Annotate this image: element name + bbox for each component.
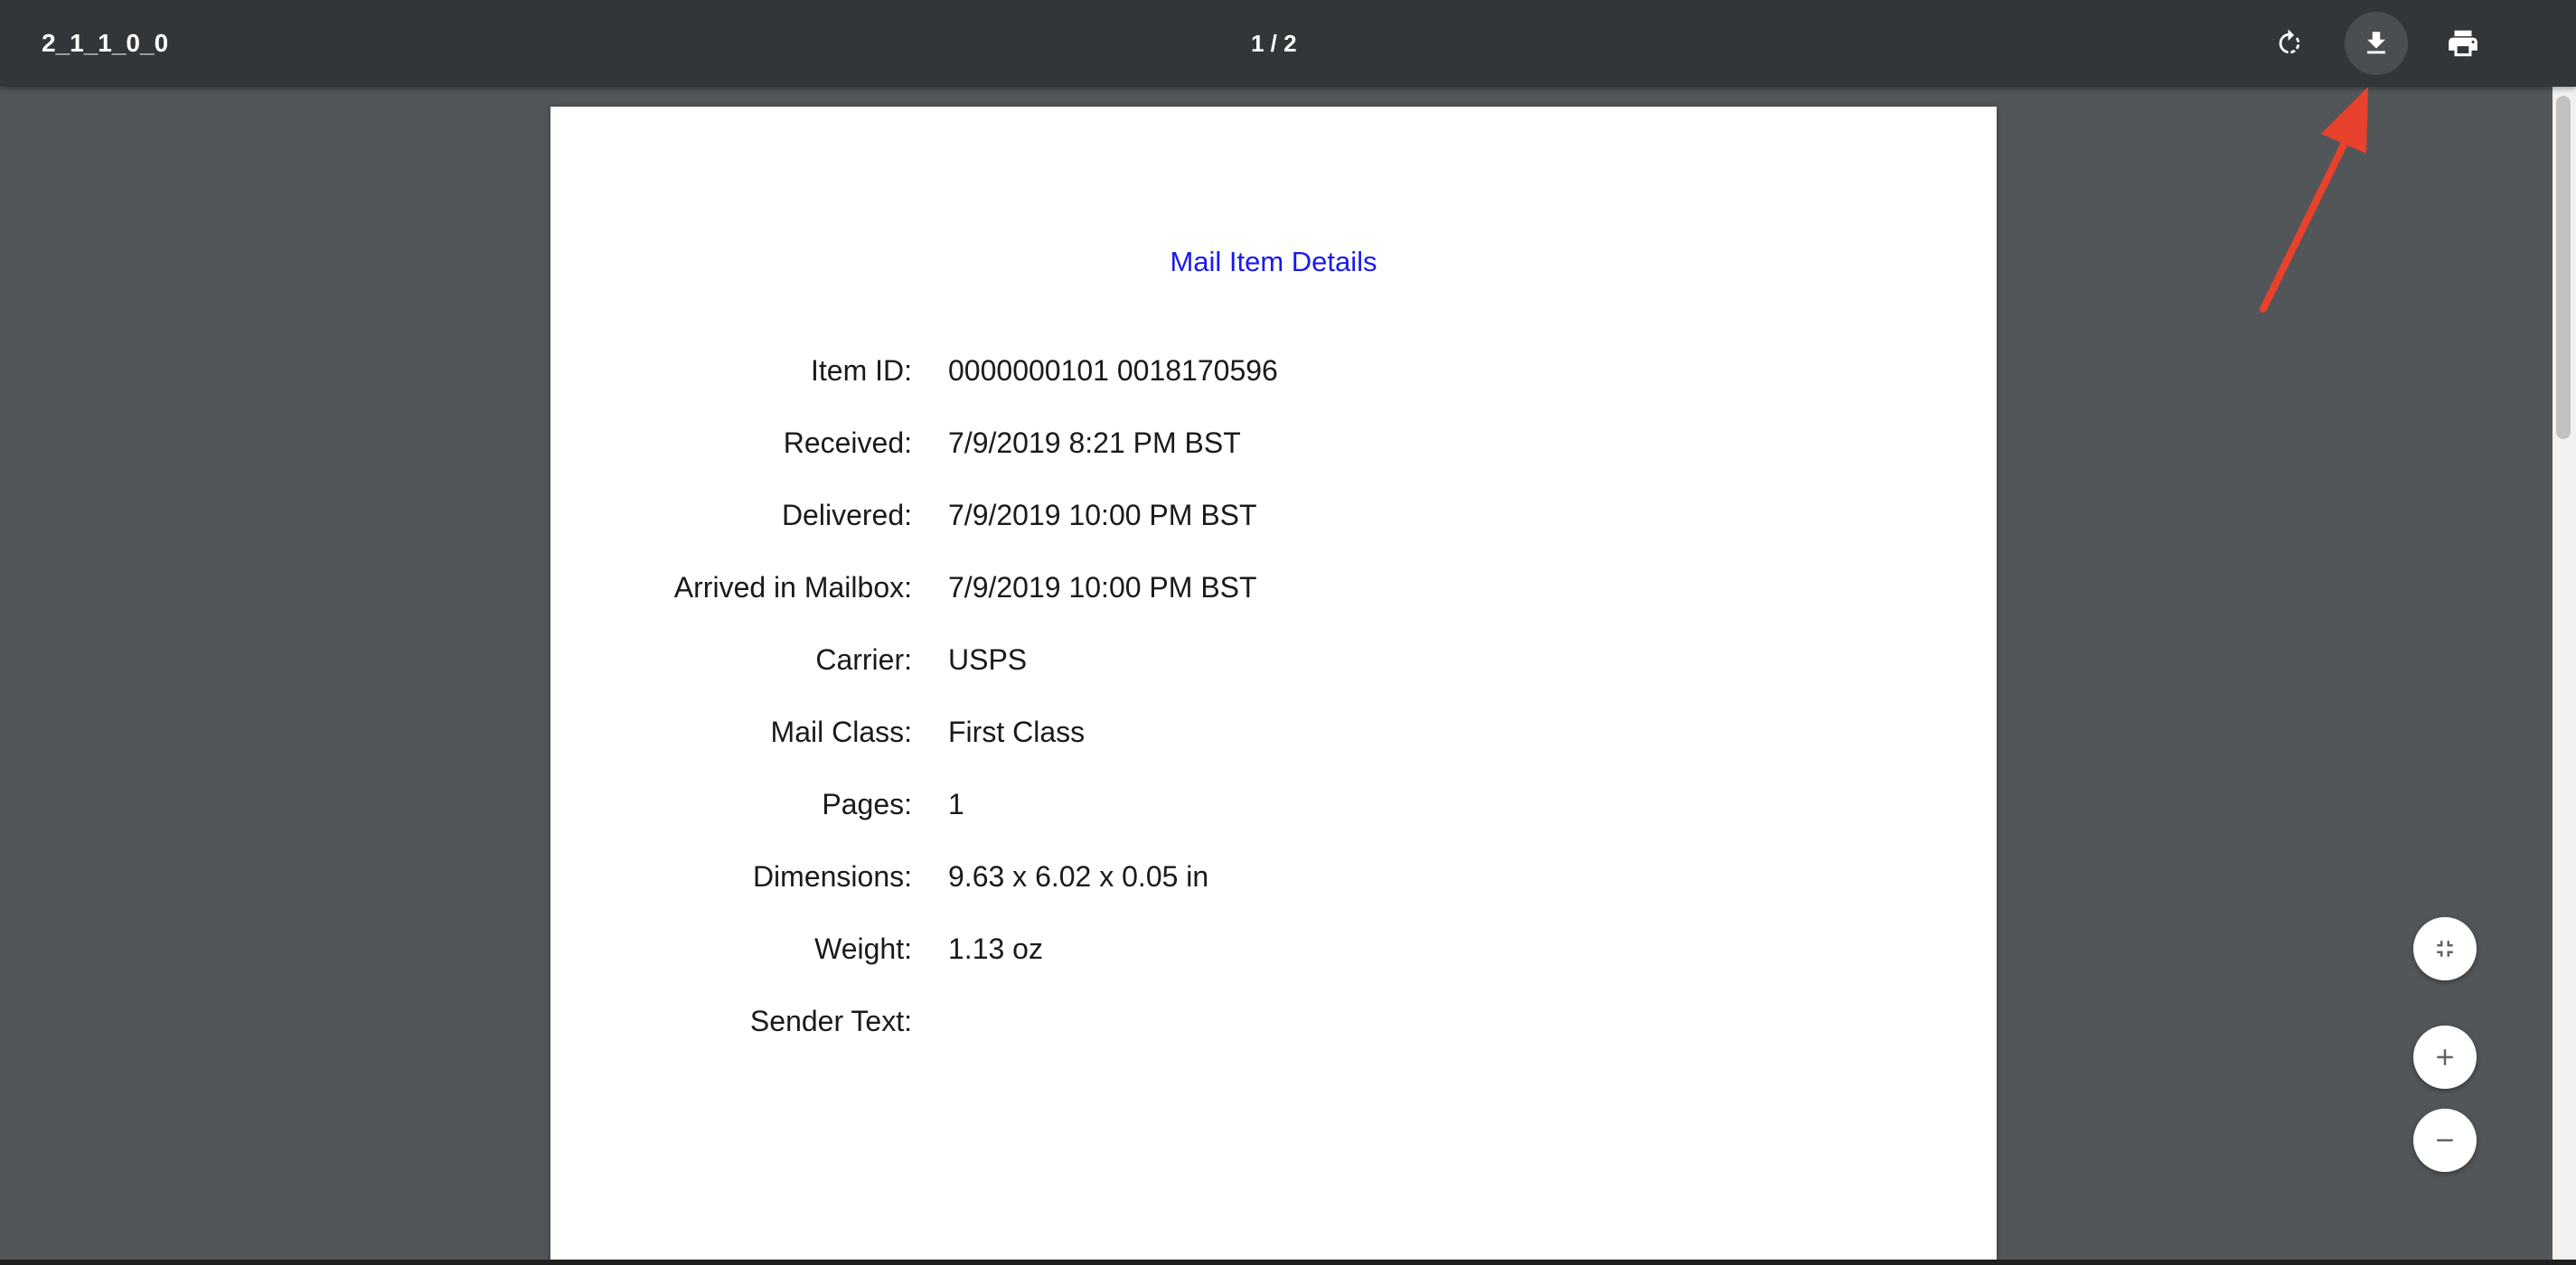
detail-row-mail-class: Mail Class: First Class bbox=[550, 712, 1997, 752]
detail-value: 9.63 x 6.02 x 0.05 in bbox=[948, 860, 1209, 893]
detail-value: 1 bbox=[948, 788, 964, 820]
fit-to-page-icon bbox=[2437, 941, 2453, 957]
print-icon bbox=[2449, 30, 2477, 57]
detail-value: 7/9/2019 10:00 PM BST bbox=[948, 499, 1257, 531]
detail-row-arrived: Arrived in Mailbox: 7/9/2019 10:00 PM BS… bbox=[550, 567, 1997, 607]
detail-row-item-id: Item ID: 0000000101 0018170596 bbox=[550, 351, 1997, 390]
detail-label: Mail Class: bbox=[770, 716, 912, 748]
document-title: 2_1_1_0_0 bbox=[42, 29, 169, 57]
detail-row-dimensions: Dimensions: 9.63 x 6.02 x 0.05 in bbox=[550, 857, 1997, 896]
document-heading: Mail Item Details bbox=[1170, 246, 1377, 277]
rotate-clockwise-icon bbox=[2279, 29, 2300, 54]
pdf-page: Mail Item Details Item ID: 0000000101 00… bbox=[550, 107, 1997, 1265]
print-button[interactable] bbox=[2431, 12, 2495, 75]
download-button[interactable] bbox=[2345, 12, 2408, 75]
detail-label: Dimensions: bbox=[752, 860, 912, 893]
detail-label: Item ID: bbox=[810, 354, 912, 387]
detail-label: Carrier: bbox=[815, 643, 912, 676]
detail-row-carrier: Carrier: USPS bbox=[550, 640, 1997, 679]
detail-row-delivered: Delivered: 7/9/2019 10:00 PM BST bbox=[550, 495, 1997, 535]
detail-label: Arrived in Mailbox: bbox=[673, 571, 912, 604]
download-icon bbox=[2367, 32, 2385, 54]
bottom-edge bbox=[0, 1260, 2576, 1265]
detail-value: 1.13 oz bbox=[948, 932, 1043, 965]
detail-value: USPS bbox=[948, 643, 1028, 676]
detail-label: Delivered: bbox=[781, 499, 912, 531]
zoom-in-button[interactable] bbox=[2413, 1026, 2477, 1089]
detail-label: Pages: bbox=[822, 788, 912, 820]
detail-value: First Class bbox=[948, 716, 1086, 748]
page-indicator: 1 / 2 bbox=[1251, 30, 1297, 57]
zoom-out-icon bbox=[2437, 1138, 2453, 1142]
vertical-scrollbar[interactable] bbox=[2552, 87, 2576, 1265]
viewer-toolbar: 2_1_1_0_0 1 / 2 bbox=[0, 0, 2576, 87]
scrollbar-thumb[interactable] bbox=[2556, 96, 2571, 439]
detail-value: 7/9/2019 10:00 PM BST bbox=[948, 571, 1257, 604]
detail-row-weight: Weight: 1.13 oz bbox=[550, 929, 1997, 969]
detail-row-sender-text: Sender Text: bbox=[550, 1001, 1997, 1041]
zoom-out-button[interactable] bbox=[2413, 1109, 2477, 1172]
fit-to-page-button[interactable] bbox=[2413, 917, 2477, 980]
detail-label: Received: bbox=[783, 426, 912, 459]
detail-row-received: Received: 7/9/2019 8:21 PM BST bbox=[550, 423, 1997, 463]
pdf-viewer: 2_1_1_0_0 1 / 2 Mail Item Details Item I… bbox=[0, 0, 2576, 1265]
rotate-button[interactable] bbox=[2258, 12, 2321, 75]
detail-label: Sender Text: bbox=[749, 1005, 912, 1037]
detail-value: 7/9/2019 8:21 PM BST bbox=[948, 426, 1241, 459]
detail-row-pages: Pages: 1 bbox=[550, 784, 1997, 824]
detail-value: 0000000101 0018170596 bbox=[948, 354, 1278, 387]
zoom-in-icon bbox=[2437, 1049, 2453, 1065]
detail-label: Weight: bbox=[814, 932, 912, 965]
